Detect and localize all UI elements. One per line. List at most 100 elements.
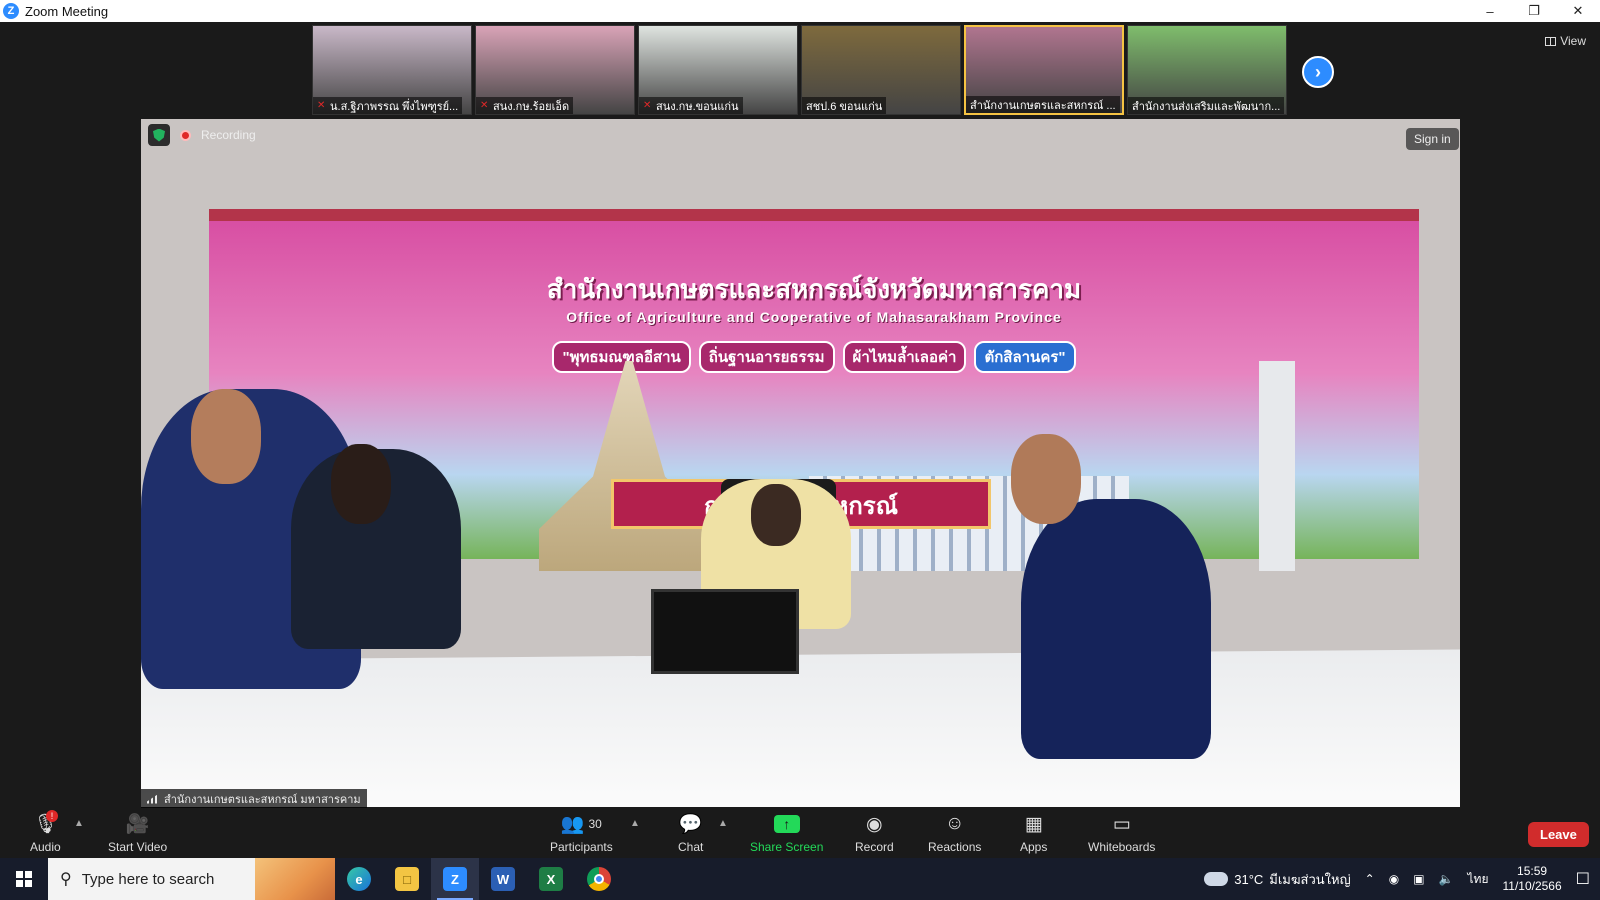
language-indicator[interactable]: ไทย bbox=[1468, 870, 1489, 889]
reactions-label: Reactions bbox=[928, 840, 982, 854]
banner-slogan: ถิ่นฐานอารยธรรม bbox=[698, 341, 835, 373]
apps-icon: ▦ bbox=[1024, 813, 1043, 835]
weather-temp: 31°C bbox=[1234, 871, 1264, 887]
main-video[interactable]: สำนักงานเกษตรและสหกรณ์จังหวัดมหาสารคาม O… bbox=[141, 119, 1460, 807]
view-button[interactable]: View bbox=[1545, 34, 1586, 48]
volume-icon[interactable]: 🔈 bbox=[1439, 872, 1454, 886]
banner-slogans: "พุทธมณฑลอีสาน ถิ่นฐานอารยธรรม ผ้าไหมล้ำ… bbox=[209, 341, 1419, 373]
chat-options-caret-icon[interactable]: ▲ bbox=[718, 818, 728, 829]
excel-icon: X bbox=[539, 867, 563, 891]
taskbar-word[interactable]: W bbox=[479, 858, 527, 900]
security-shield-icon[interactable] bbox=[148, 124, 170, 146]
meeting-area: ✕ น.ส.ฐิภาพรรณ พึ่งไพฑูรย์... ✕ สนง.กษ.ร้อย… bbox=[0, 22, 1600, 810]
record-icon: ◉ bbox=[866, 813, 883, 835]
grid-view-icon bbox=[1545, 36, 1557, 46]
participant-tile-label: สำนักงานเกษตรและสหกรณ์ ... bbox=[970, 99, 1116, 112]
banner-slogan: ตักสิลานคร" bbox=[974, 341, 1076, 373]
taskbar-edge[interactable]: e bbox=[335, 858, 383, 900]
window-title: Zoom Meeting bbox=[25, 3, 109, 19]
taskbar-chrome[interactable] bbox=[575, 858, 623, 900]
search-highlight-image bbox=[255, 858, 335, 900]
person bbox=[1021, 499, 1211, 759]
participant-tile[interactable]: ✕ สนง.กษ.ร้อยเอ็ด bbox=[475, 25, 635, 115]
edge-icon: e bbox=[347, 867, 371, 891]
person-head bbox=[1011, 434, 1081, 524]
participant-name-tag: สำนักงานเกษตรและสหกรณ์ มหาสารคาม bbox=[141, 789, 367, 808]
participant-tile[interactable]: ✕ สนง.กษ.ขอนแก่น bbox=[638, 25, 798, 115]
participant-tile[interactable]: สำนักงานส่งเสริมและพัฒนาก... bbox=[1127, 25, 1287, 115]
participant-tile-label: สนง.กษ.ขอนแก่น bbox=[656, 100, 739, 113]
smiley-plus-icon: ☺ bbox=[944, 813, 965, 834]
banner-title: สำนักงานเกษตรและสหกรณ์จังหวัดมหาสารคาม bbox=[546, 274, 1082, 304]
participant-tile-label: สำนักงานส่งเสริมและพัฒนาก... bbox=[1132, 100, 1281, 113]
participants-icon: 👥 bbox=[560, 814, 585, 835]
apps-button[interactable]: ▦ Apps bbox=[1020, 812, 1047, 855]
whiteboards-button[interactable]: ▭ Whiteboards bbox=[1088, 812, 1156, 855]
chat-label: Chat bbox=[678, 840, 704, 854]
participant-tile-name: ✕ สนง.กษ.ร้อยเอ็ด bbox=[476, 97, 574, 114]
start-button[interactable] bbox=[0, 858, 48, 900]
share-screen-label: Share Screen bbox=[750, 840, 824, 854]
weather-widget[interactable]: 31°C มีเมฆส่วนใหญ่ bbox=[1204, 869, 1351, 890]
participant-name: สำนักงานเกษตรและสหกรณ์ มหาสารคาม bbox=[164, 793, 361, 806]
taskbar-excel[interactable]: X bbox=[527, 858, 575, 900]
chat-button[interactable]: 💬 Chat bbox=[678, 812, 703, 854]
start-video-button[interactable]: 🎥 Start Video bbox=[108, 812, 167, 854]
meeting-toolbar: 🎙 Audio ! ▲ 🎥 Start Video 👥 30 Participa… bbox=[0, 810, 1600, 858]
participant-count: 30 bbox=[588, 817, 602, 831]
participants-options-caret-icon[interactable]: ▲ bbox=[630, 818, 640, 829]
windows-logo-icon bbox=[16, 871, 32, 887]
network-icon[interactable]: ▣ bbox=[1413, 872, 1424, 886]
restore-button[interactable]: ❐ bbox=[1512, 0, 1556, 22]
chrome-icon bbox=[587, 867, 611, 891]
sign-in-button[interactable]: Sign in bbox=[1406, 128, 1459, 150]
banner-subtitle: Office of Agriculture and Cooperative of… bbox=[566, 309, 1062, 325]
reactions-button[interactable]: ☺ Reactions bbox=[928, 812, 981, 854]
minimize-button[interactable]: – bbox=[1468, 0, 1512, 22]
taskbar-file-explorer[interactable]: □ bbox=[383, 858, 431, 900]
participant-tile-label: สชป.6 ขอนแก่น bbox=[806, 100, 883, 113]
participant-tile-label: สนง.กษ.ร้อยเอ็ด bbox=[493, 100, 570, 113]
taskbar-search-box[interactable]: ⚲ Type here to search bbox=[48, 858, 335, 900]
record-tray-icon[interactable]: ◉ bbox=[1389, 872, 1399, 886]
windows-taskbar: ⚲ Type here to search e □ Z W X 31°C มีเ… bbox=[0, 858, 1600, 900]
clock-time: 15:59 bbox=[1517, 864, 1548, 878]
taskbar-clock[interactable]: 15:59 11/10/2566 bbox=[1502, 864, 1561, 894]
gallery-strip: ✕ น.ส.ฐิภาพรรณ พึ่งไพฑูรย์... ✕ สนง.กษ.ร้อย… bbox=[312, 25, 1287, 115]
whiteboards-label: Whiteboards bbox=[1088, 840, 1156, 854]
participants-icon-row: 👥 30 bbox=[561, 812, 602, 836]
cloud-icon bbox=[1204, 872, 1229, 886]
participant-tile-name: ✕ น.ส.ฐิภาพรรณ พึ่งไพฑูรย์... bbox=[313, 97, 463, 114]
participants-button[interactable]: 👥 30 Participants bbox=[550, 812, 613, 854]
window-titlebar: Z Zoom Meeting – ❐ ✕ bbox=[0, 0, 1600, 22]
banner-slogan: "พุทธมณฑลอีสาน bbox=[552, 341, 691, 373]
chat-bubble-icon: 💬 bbox=[678, 814, 703, 835]
participant-tile[interactable]: ✕ น.ส.ฐิภาพรรณ พึ่งไพฑูรย์... bbox=[312, 25, 472, 115]
taskbar-zoom[interactable]: Z bbox=[431, 858, 479, 900]
chevron-up-icon[interactable]: ⌃ bbox=[1365, 872, 1375, 886]
participant-tile-label: น.ส.ฐิภาพรรณ พึ่งไพฑูรย์... bbox=[330, 100, 459, 113]
person-head bbox=[751, 484, 801, 546]
share-screen-button[interactable]: ↑ Share Screen bbox=[750, 812, 823, 854]
banner-slogan: ผ้าไหมล้ำเลอค่า bbox=[842, 341, 967, 373]
whiteboard-icon: ▭ bbox=[1112, 813, 1131, 835]
notification-icon[interactable]: ☐ bbox=[1576, 869, 1590, 889]
monitor bbox=[651, 589, 799, 674]
leave-button[interactable]: Leave bbox=[1528, 822, 1589, 847]
person-head bbox=[331, 444, 391, 524]
next-page-button[interactable]: › bbox=[1302, 56, 1334, 88]
record-button[interactable]: ◉ Record bbox=[855, 812, 894, 855]
participant-tile-name: สชป.6 ขอนแก่น bbox=[802, 97, 887, 114]
participant-tile-name: สำนักงานส่งเสริมและพัฒนาก... bbox=[1128, 97, 1285, 114]
chevron-right-icon: › bbox=[1315, 61, 1321, 82]
zoom-icon: Z bbox=[443, 867, 467, 891]
close-button[interactable]: ✕ bbox=[1556, 0, 1600, 22]
mic-muted-icon: ✕ bbox=[643, 100, 652, 111]
recording-label: Recording bbox=[201, 128, 256, 142]
audio-options-caret-icon[interactable]: ▲ bbox=[74, 818, 84, 829]
recording-dot-icon bbox=[180, 129, 191, 141]
word-icon: W bbox=[491, 867, 515, 891]
participant-tile[interactable]: สชป.6 ขอนแก่น bbox=[801, 25, 961, 115]
clock-tower-image bbox=[1259, 361, 1295, 571]
participant-tile[interactable]: สำนักงานเกษตรและสหกรณ์ ... bbox=[964, 25, 1124, 115]
